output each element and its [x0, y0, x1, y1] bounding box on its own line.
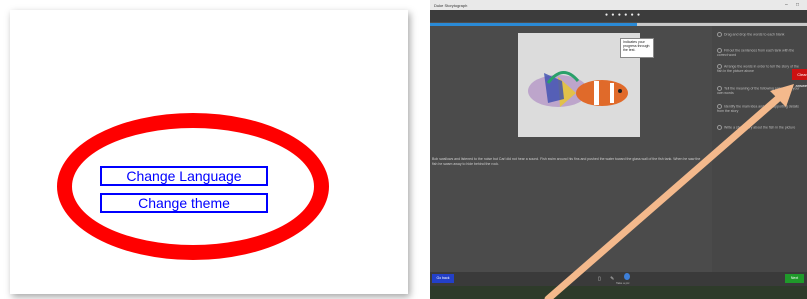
annotation-arrow — [544, 84, 794, 299]
